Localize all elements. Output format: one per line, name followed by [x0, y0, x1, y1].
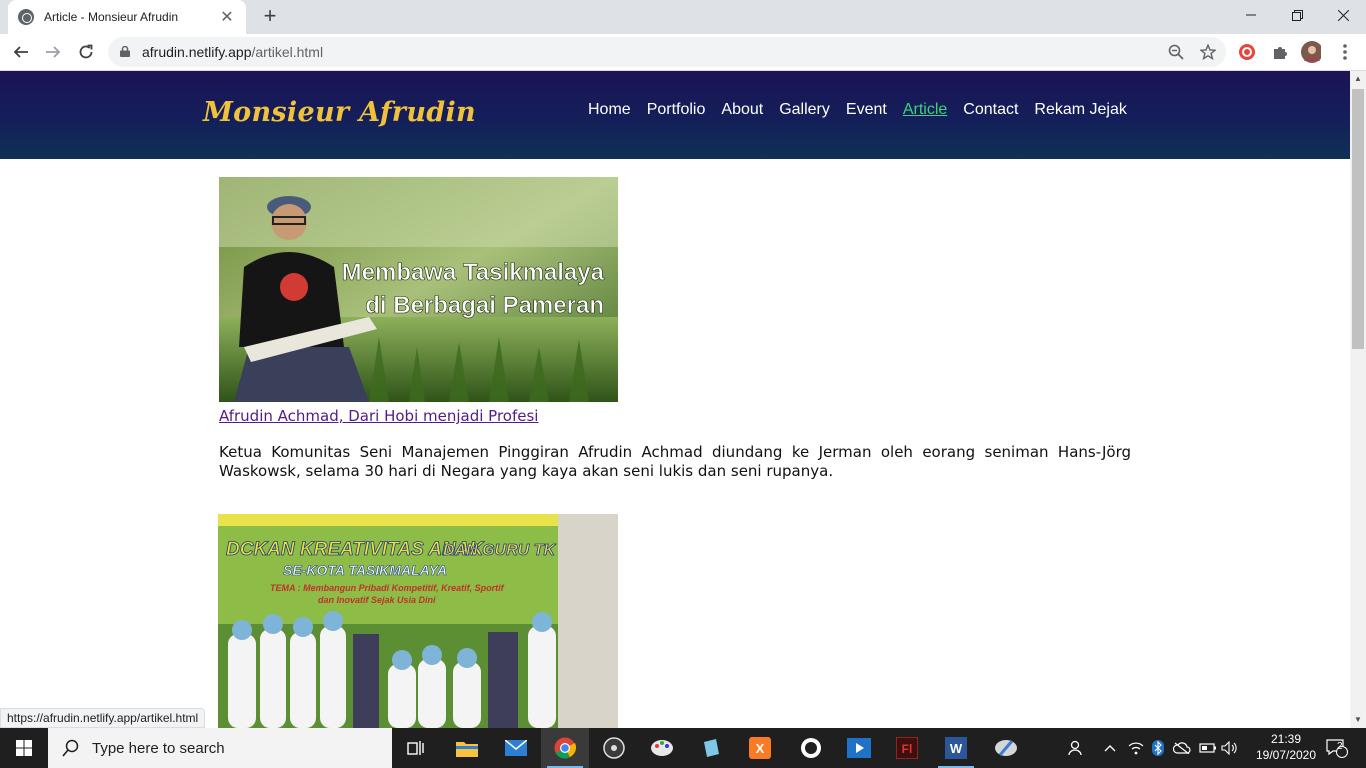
tab-strip: Article - Monsieur Afrudin ✕ + [0, 0, 1366, 34]
nav-gallery[interactable]: Gallery [779, 101, 830, 119]
xampp-app[interactable]: X [736, 728, 784, 768]
taskbar-clock[interactable]: 21:39 19/07/2020 [1255, 731, 1317, 763]
url-text: afrudin.netlify.app/artikel.html [142, 44, 324, 60]
wifi-icon[interactable] [1126, 728, 1146, 768]
palette-icon [651, 740, 673, 756]
obs-app[interactable] [787, 728, 835, 768]
svg-text:W: W [950, 741, 963, 756]
back-button[interactable] [9, 40, 33, 64]
volume-icon[interactable] [1220, 728, 1240, 768]
action-center-button[interactable]: 2 [1322, 728, 1352, 768]
disc-icon [603, 737, 625, 759]
arrow-right-icon [46, 46, 61, 58]
paint3d-app[interactable] [982, 728, 1030, 768]
word-icon: W [945, 737, 967, 759]
main-nav: Home Portfolio About Gallery Event Artic… [588, 101, 1127, 119]
task-view-icon [407, 741, 424, 755]
forward-button[interactable] [41, 40, 65, 64]
profile-avatar[interactable] [1301, 41, 1321, 63]
reload-button[interactable] [74, 40, 98, 64]
nav-portfolio[interactable]: Portfolio [647, 101, 706, 119]
article-title-link[interactable]: Afrudin Achmad, Dari Hobi menjadi Profes… [219, 407, 538, 425]
search-icon [62, 739, 79, 757]
tab-title: Article - Monsieur Afrudin [44, 10, 179, 24]
people-icon[interactable] [1064, 728, 1086, 768]
status-url-bubble: https://afrudin.netlify.app/artikel.html [0, 708, 206, 728]
clock-time: 21:39 [1270, 732, 1302, 746]
restore-button[interactable] [1274, 0, 1320, 30]
word-app[interactable]: W [932, 728, 980, 768]
battery-icon[interactable] [1198, 728, 1218, 768]
article-image-pameran[interactable]: Membawa Tasikmalaya di Berbagai Pameran [219, 177, 618, 402]
chrome-icon [554, 737, 576, 759]
nav-rekam-jejak[interactable]: Rekam Jejak [1034, 101, 1126, 119]
windows-logo-icon [16, 740, 32, 756]
notification-count: 2 [1337, 741, 1343, 752]
page-viewport: Monsieur Afrudin Home Portfolio About Ga… [0, 71, 1350, 728]
taskbar-search[interactable]: Type here to search [48, 728, 392, 768]
chrome-app[interactable] [541, 728, 589, 768]
flash-app[interactable]: Fl [883, 728, 931, 768]
clock-date: 19/07/2020 [1255, 748, 1317, 762]
nav-contact[interactable]: Contact [963, 101, 1018, 119]
site-logo[interactable]: Monsieur Afrudin [203, 97, 476, 128]
zoom-icon[interactable] [1166, 42, 1186, 62]
nav-about[interactable]: About [721, 101, 763, 119]
close-tab-icon[interactable]: ✕ [218, 7, 236, 27]
paint-app[interactable] [638, 728, 686, 768]
nav-home[interactable]: Home [588, 101, 631, 119]
video-app[interactable] [835, 728, 883, 768]
cloud-sync-icon[interactable] [1172, 728, 1192, 768]
browser-toolbar: afrudin.netlify.app/artikel.html [0, 34, 1366, 71]
bookmark-star-icon[interactable] [1198, 42, 1218, 62]
reload-icon [79, 44, 93, 59]
extensions-puzzle-icon[interactable] [1270, 42, 1290, 62]
media-app[interactable] [590, 728, 638, 768]
folder-icon [456, 742, 478, 757]
svg-text:Fl: Fl [902, 742, 913, 756]
bluetooth-icon[interactable] [1150, 728, 1166, 768]
minimize-button[interactable] [1228, 0, 1274, 30]
image1-caption-line1: Membawa Tasikmalaya [342, 259, 605, 286]
search-placeholder: Type here to search [92, 739, 225, 757]
globe-icon [18, 9, 34, 25]
scroll-thumb[interactable] [1352, 89, 1364, 349]
notes-app[interactable] [687, 728, 735, 768]
site-header: Monsieur Afrudin Home Portfolio About Ga… [0, 71, 1350, 159]
article-image-kreativitas[interactable]: DCKAN KREATIVITAS ANAK DAN GURU TK SE-KO… [218, 514, 618, 728]
nav-article[interactable]: Article [903, 101, 947, 119]
mail-app[interactable] [492, 728, 540, 768]
task-view-button[interactable] [392, 728, 440, 768]
new-tab-button[interactable]: + [258, 5, 282, 29]
scroll-up-icon[interactable]: ▲ [1350, 71, 1366, 87]
image2-caption-line2: SE-KOTA TASIKMALAYA [283, 562, 447, 578]
play-icon [847, 738, 871, 758]
file-explorer-app[interactable] [443, 728, 491, 768]
chevron-up-icon[interactable] [1100, 728, 1120, 768]
flash-icon: Fl [896, 737, 918, 759]
lock-icon [120, 46, 130, 57]
nav-event[interactable]: Event [846, 101, 887, 119]
menu-kebab-icon[interactable] [1335, 42, 1355, 62]
paint-brush-icon [995, 740, 1017, 756]
record-icon [801, 738, 821, 758]
image2-caption-line1: DAN GURU TK [443, 542, 556, 559]
image2-caption-line3: TEMA : Membangun Pribadi Kompetitif, Kre… [270, 583, 505, 593]
page-scrollbar[interactable]: ▲ ▼ [1350, 71, 1366, 728]
xampp-icon: X [749, 737, 771, 759]
mail-icon [505, 740, 527, 756]
notebook-icon [704, 739, 719, 757]
extension-grammarly-icon[interactable] [1237, 42, 1257, 62]
windows-taskbar: Type here to search X Fl W 21:39 19/07/2… [0, 728, 1366, 768]
arrow-left-icon [13, 46, 28, 58]
image2-caption-line4: dan Inovatif Sejak Usia Dini [318, 595, 436, 605]
scroll-down-icon[interactable]: ▼ [1350, 712, 1366, 728]
close-window-button[interactable] [1320, 0, 1366, 30]
article-summary: Ketua Komunitas Seni Manajemen Pinggiran… [219, 443, 1131, 480]
image1-caption-line2: di Berbagai Pameran [365, 292, 604, 319]
address-bar[interactable]: afrudin.netlify.app/artikel.html [108, 37, 1226, 67]
start-button[interactable] [0, 728, 48, 768]
browser-tab[interactable]: Article - Monsieur Afrudin ✕ [8, 0, 246, 34]
svg-text:X: X [756, 741, 765, 756]
